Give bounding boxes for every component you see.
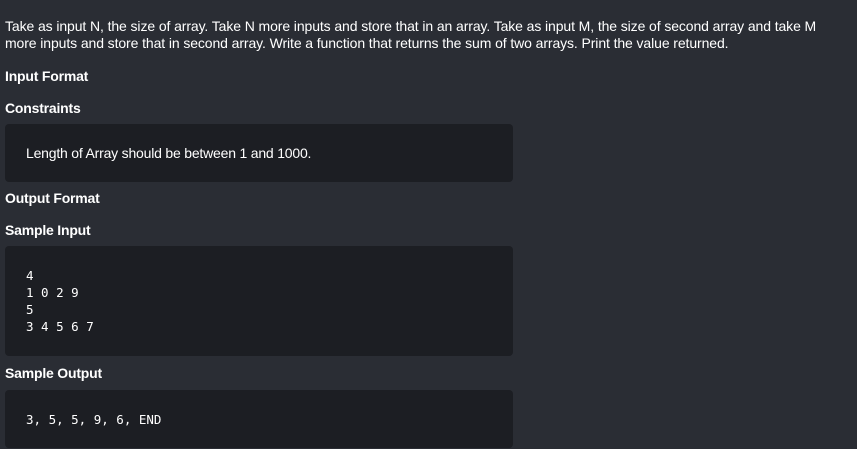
sample-input-line: 1 0 2 9 <box>26 285 79 300</box>
sample-input-box: 4 1 0 2 9 5 3 4 5 6 7 <box>5 246 513 356</box>
input-format-heading: Input Format <box>5 68 89 84</box>
sample-output-text: 3, 5, 5, 9, 6, END <box>26 412 162 427</box>
output-format-heading: Output Format <box>5 190 100 206</box>
sample-output-box: 3, 5, 5, 9, 6, END <box>5 390 513 448</box>
problem-description: Take as input N, the size of array. Take… <box>5 18 817 51</box>
sample-input-line: 3 4 5 6 7 <box>26 319 94 334</box>
sample-input-line: 4 <box>26 268 34 283</box>
sample-output-heading: Sample Output <box>5 365 102 381</box>
constraints-heading: Constraints <box>5 100 81 116</box>
constraints-box: Length of Array should be between 1 and … <box>5 124 513 182</box>
constraints-text: Length of Array should be between 1 and … <box>26 145 312 161</box>
sample-input-heading: Sample Input <box>5 222 91 238</box>
sample-input-line: 5 <box>26 302 34 317</box>
problem-statement: Take as input N, the size of array. Take… <box>5 0 850 448</box>
